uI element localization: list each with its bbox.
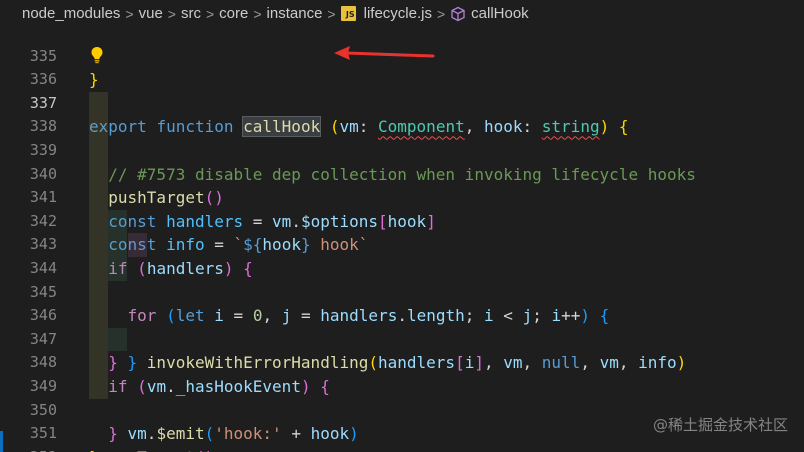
breadcrumb-item-instance[interactable]: instance [267, 5, 323, 22]
indent-guide [89, 280, 108, 305]
breadcrumb-item-src[interactable]: src [181, 5, 201, 22]
indent-guide [89, 186, 108, 210]
indent-guide [89, 115, 108, 139]
indent-guide [89, 162, 108, 187]
breadcrumb-item-core[interactable]: core [219, 5, 248, 22]
indent-guide [89, 233, 108, 257]
indent-guide [108, 233, 127, 257]
indent-guide [89, 139, 108, 163]
code-line[interactable]: 348 vm.$emit('hook:' + hook) [0, 327, 804, 443]
indent-guide [89, 209, 108, 234]
chevron-right-icon: > [167, 5, 176, 22]
indent-guide [89, 327, 108, 352]
code-line[interactable]: 345 } [0, 257, 804, 372]
breadcrumb-item-vue[interactable]: vue [139, 5, 163, 22]
chevron-right-icon: > [125, 5, 134, 22]
indent-guide [89, 257, 108, 281]
indent-guide [108, 257, 127, 281]
breadcrumb-item-file[interactable]: JS lifecycle.js [340, 5, 432, 22]
code-line[interactable]: 346 } [0, 280, 804, 372]
indent-guide [89, 91, 108, 116]
symbol-method-icon [451, 6, 465, 21]
code-text: } [89, 446, 99, 452]
watermark: @稀土掘金技术社区 [652, 416, 788, 434]
chevron-right-icon: > [205, 5, 215, 22]
code-line[interactable]: 350 popTarget() [0, 375, 804, 452]
breadcrumb-file-label: lifecycle.js [363, 5, 432, 22]
js-file-icon: JS [340, 6, 356, 21]
code-line[interactable]: 342 if (handlers) { [0, 186, 804, 278]
breadcrumb-symbol-label: callHook [471, 5, 529, 22]
code-line[interactable]: 343 for (let i = 0, j = handlers.length;… [0, 209, 804, 325]
indent-guide [89, 304, 108, 328]
code-line[interactable]: 337 export function callHook (vm: Compon… [0, 68, 804, 138]
lightbulb-icon[interactable] [90, 46, 104, 64]
breadcrumb-item-node-modules[interactable]: node_modules [22, 5, 120, 22]
line-number: 352 [0, 446, 57, 452]
red-arrow-annotation [334, 46, 435, 60]
chevron-right-icon: > [327, 5, 336, 22]
breadcrumb-item-symbol[interactable]: callHook [450, 5, 529, 22]
scroll-marker [0, 431, 3, 452]
code-line[interactable]: 344 invokeWithErrorHandling(handlers[i],… [0, 233, 804, 372]
code-line[interactable]: 338 // #7573 disable dep collection when… [0, 91, 804, 184]
code-line[interactable]: 335 } [0, 21, 804, 90]
indent-guide [89, 375, 108, 399]
indent-guide [108, 209, 127, 234]
code-line[interactable]: 341 const info = `${hook} hook` [0, 162, 804, 254]
code-line[interactable]: 339 pushTarget() [0, 115, 804, 207]
code-line[interactable]: 349 } [0, 351, 804, 443]
code-line[interactable]: 340 const handlers = vm.$options[hook] [0, 139, 804, 231]
code-editor[interactable]: 335 } 336 337 export function callHook (… [0, 27, 804, 452]
indent-guide [89, 351, 108, 375]
indent-guide [128, 233, 147, 257]
chevron-right-icon: > [436, 5, 446, 22]
code-line[interactable]: 347 if (vm._hasHookEvent) { [0, 304, 804, 396]
chevron-right-icon: > [253, 5, 262, 22]
code-text: popTarget() [89, 446, 214, 452]
indent-guide [108, 327, 127, 352]
